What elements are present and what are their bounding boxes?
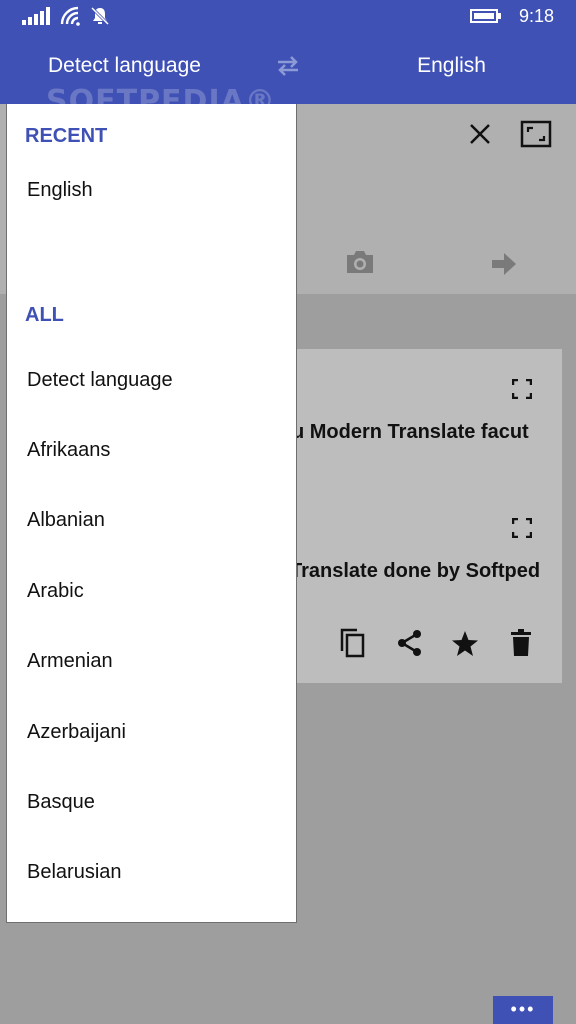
language-item-english-recent[interactable]: English (27, 179, 93, 202)
language-header: Detect language English SOFTPEDIA® (0, 32, 576, 119)
language-item-belarusian[interactable]: Belarusian (27, 861, 122, 884)
star-icon[interactable] (451, 630, 479, 657)
target-language-selector[interactable]: English (417, 54, 486, 78)
language-item-armenian[interactable]: Armenian (27, 650, 113, 673)
language-item-detect-language[interactable]: Detect language (27, 369, 173, 392)
more-button[interactable]: ••• (493, 996, 553, 1024)
language-dropdown: RECENT English ALL Detect language Afrik… (6, 104, 297, 923)
close-icon[interactable] (468, 122, 492, 146)
all-section-header: ALL (25, 304, 64, 326)
status-bar: 9:18 (0, 0, 576, 32)
language-item-azerbaijani[interactable]: Azerbaijani (27, 721, 126, 744)
recent-section-header: RECENT (25, 125, 108, 147)
share-icon[interactable] (396, 629, 424, 657)
source-language-selector[interactable]: Detect language (48, 54, 201, 78)
arrow-right-icon[interactable] (492, 253, 516, 275)
translated-text: Translate done by Softped (290, 560, 541, 582)
status-time: 9:18 (518, 6, 554, 26)
expand-icon[interactable] (512, 379, 532, 399)
notifications-off-icon (90, 6, 110, 26)
language-item-afrikaans[interactable]: Afrikaans (27, 439, 110, 462)
delete-icon[interactable] (510, 629, 532, 657)
copy-icon[interactable] (338, 627, 366, 659)
fullscreen-icon[interactable] (520, 120, 552, 148)
language-item-basque[interactable]: Basque (27, 791, 95, 814)
language-item-arabic[interactable]: Arabic (27, 580, 84, 603)
language-item-albanian[interactable]: Albanian (27, 509, 105, 532)
expand-icon[interactable] (512, 518, 532, 538)
signal-icon (22, 7, 50, 25)
wifi-icon (60, 6, 80, 26)
battery-icon (470, 9, 501, 23)
source-text: u Modern Translate facut (292, 421, 529, 443)
camera-icon[interactable] (345, 249, 375, 275)
swap-arrows-icon[interactable] (274, 54, 302, 78)
